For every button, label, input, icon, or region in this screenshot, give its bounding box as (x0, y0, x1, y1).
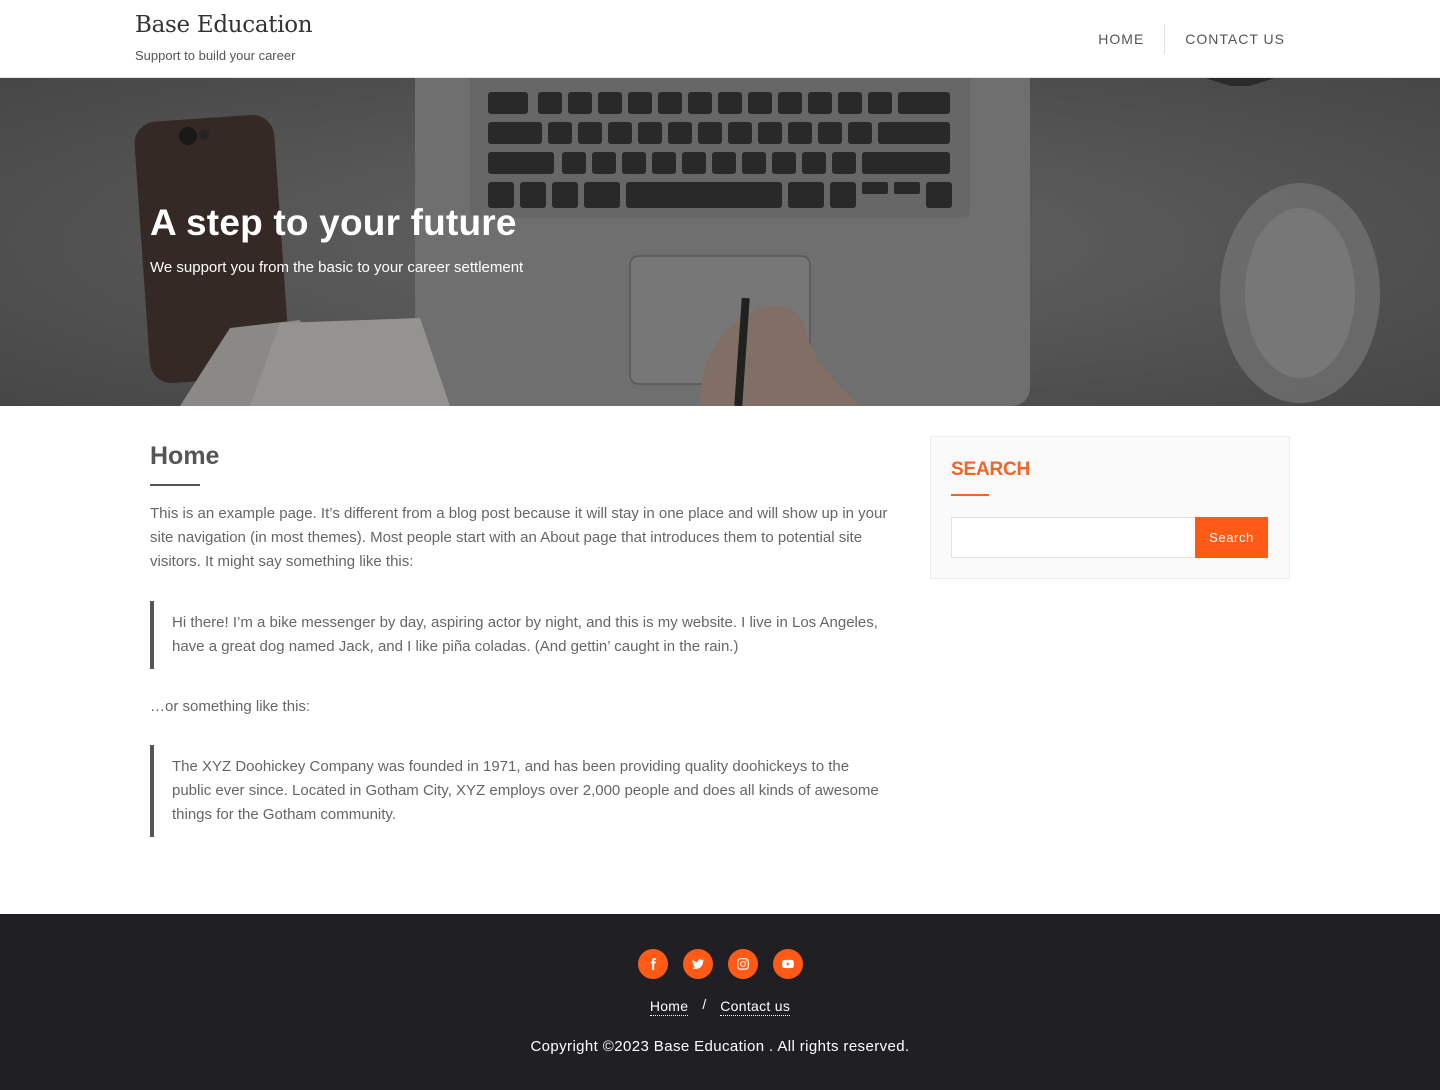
search-widget: Search Search (930, 436, 1290, 579)
hero-subtitle: We support you from the basic to your ca… (150, 259, 524, 276)
footer-link-home[interactable]: Home (649, 998, 689, 1016)
blockquote-1: Hi there! I’m a bike messenger by day, a… (150, 601, 890, 669)
facebook-icon[interactable] (638, 949, 668, 979)
social-links (638, 949, 803, 979)
copyright-text: Copyright ©2023 Base Education . All rig… (530, 1038, 910, 1055)
nav-contact-us[interactable]: Contact us (1165, 24, 1285, 54)
blockquote-1-text: Hi there! I’m a bike messenger by day, a… (172, 614, 878, 655)
nav-home[interactable]: Home (1078, 24, 1164, 54)
middle-paragraph: …or something like this: (150, 698, 311, 715)
search-button[interactable]: Search (1195, 517, 1268, 558)
instagram-icon[interactable] (728, 949, 758, 979)
blockquote-2: The XYZ Doohickey Company was founded in… (150, 745, 890, 837)
search-input[interactable] (951, 517, 1196, 558)
twitter-icon[interactable] (683, 949, 713, 979)
youtube-icon[interactable] (773, 949, 803, 979)
intro-paragraph: This is an example page. It’s different … (150, 505, 888, 570)
footer-separator: / (702, 996, 707, 1012)
site-footer: Home / Contact us Copyright ©2023 Base E… (0, 914, 1440, 1090)
footer-link-contact-us[interactable]: Contact us (720, 998, 791, 1016)
title-underline (150, 484, 200, 486)
site-tagline: Support to build your career (135, 48, 296, 63)
widget-title: Search (951, 459, 1031, 480)
page-title: Home (150, 442, 220, 470)
hero-banner: A step to your future We support you fro… (0, 78, 1440, 406)
main-nav: Home Contact us (1078, 24, 1285, 54)
hero-title: A step to your future (150, 202, 517, 243)
site-title[interactable]: Base Education (135, 12, 313, 38)
site-header: Base Education Support to build your car… (0, 0, 1440, 78)
widget-title-underline (951, 494, 989, 496)
blockquote-2-text: The XYZ Doohickey Company was founded in… (172, 758, 879, 823)
footer-nav: Home / Contact us (0, 996, 1440, 1016)
